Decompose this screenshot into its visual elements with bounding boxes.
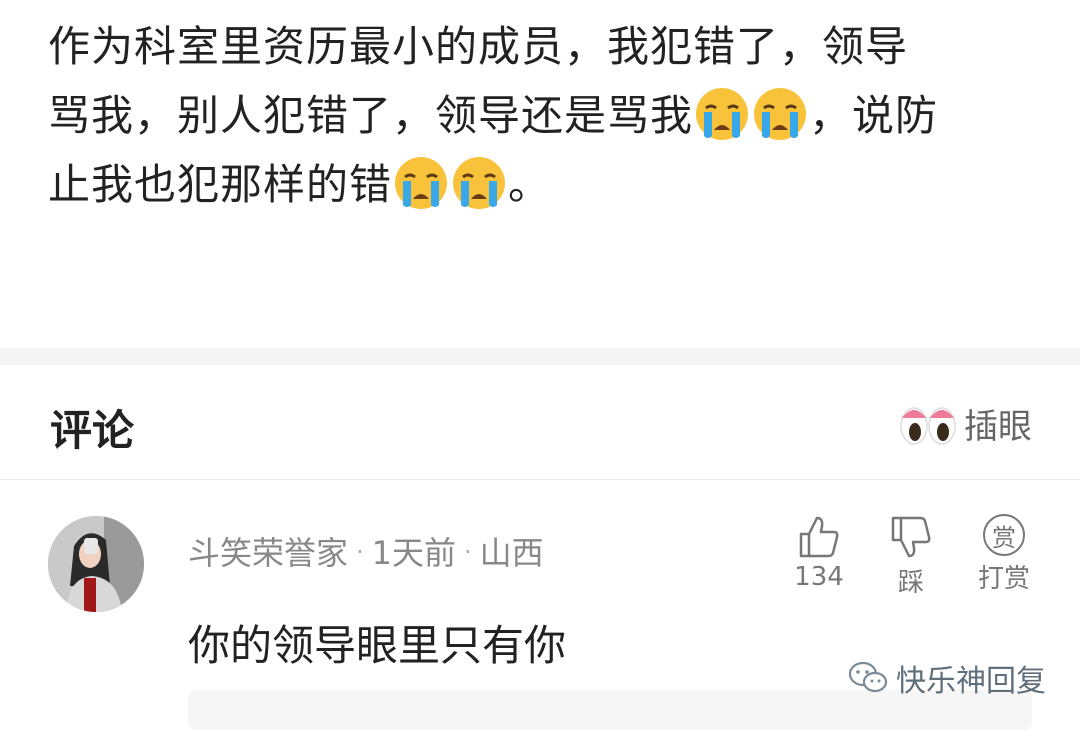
thumbs-down-icon <box>891 516 931 558</box>
like-count: 134 <box>794 562 844 592</box>
post-line-1: 作为科室里资历最小的成员，我犯错了，领导 <box>48 12 1038 81</box>
comments-title: 评论 <box>50 406 135 455</box>
post-line-2: 骂我，别人犯错了，领导还是骂我 ，说防 <box>48 81 1038 150</box>
watermark-text: 快乐神回复 <box>896 664 1046 699</box>
post-content: 作为科室里资历最小的成员，我犯错了，领导 骂我，别人犯错了，领导还是骂我 ，说防 … <box>48 12 1038 219</box>
like-button[interactable]: 134 <box>792 514 846 592</box>
crying-face-icon <box>453 157 506 209</box>
avatar[interactable] <box>48 516 144 612</box>
wechat-icon <box>848 661 888 693</box>
post-line-3-tail: 。 <box>508 160 552 209</box>
peek-button[interactable]: 插眼 <box>900 399 1032 448</box>
tip-icon: 赏 <box>983 514 1025 556</box>
comment-username[interactable]: 斗笑荣誉家 <box>188 534 348 572</box>
post-line-3-text: 止我也犯那样的错 <box>48 160 393 209</box>
thumbs-up-icon <box>799 516 839 558</box>
comment-time: 1天前 <box>371 534 457 572</box>
crying-face-icon <box>696 88 749 140</box>
post-line-3: 止我也犯那样的错 。 <box>48 150 1038 219</box>
comment-meta: 斗笑荣誉家 · 1天前 · 山西 <box>188 528 544 574</box>
comment-location: 山西 <box>479 534 544 572</box>
meta-dot: · <box>464 538 472 566</box>
dislike-button[interactable]: 踩 <box>884 514 938 599</box>
avatar-image <box>48 516 144 612</box>
post-line-2-tail: ，说防 <box>809 91 939 140</box>
peek-label: 插眼 <box>964 407 1032 447</box>
tip-button[interactable]: 赏 打赏 <box>976 514 1032 595</box>
tip-icon-text: 赏 <box>992 523 1016 552</box>
watermark: 快乐神回复 <box>848 656 1046 700</box>
eyes-icon <box>900 406 956 445</box>
comment-text: 你的领导眼里只有你 <box>188 621 567 670</box>
tip-label: 打赏 <box>977 564 1030 594</box>
dislike-label: 踩 <box>897 568 924 598</box>
post-line-1-text: 作为科室里资历最小的成员，我犯错了，领导 <box>48 22 909 71</box>
section-separator <box>0 348 1080 365</box>
comments-header: 评论 插眼 <box>0 365 1080 480</box>
meta-dot: · <box>356 538 364 566</box>
crying-face-icon <box>395 157 448 209</box>
crying-face-icon <box>754 88 807 140</box>
post-line-2-text: 骂我，别人犯错了，领导还是骂我 <box>48 91 694 140</box>
